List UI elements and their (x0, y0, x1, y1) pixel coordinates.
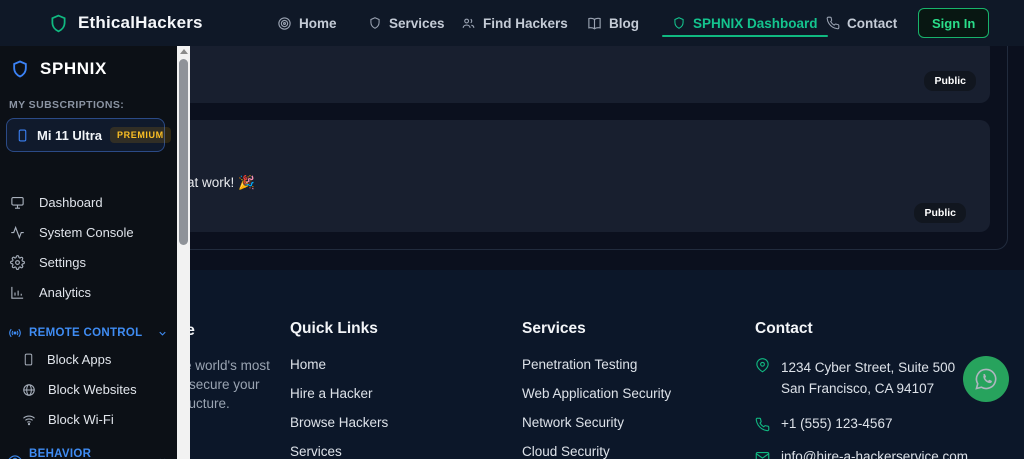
sidebar-header: SPHNIX (10, 59, 107, 79)
sidebar-item-label: Analytics (39, 284, 92, 300)
nav-item-label: Contact (847, 15, 898, 31)
contact-email[interactable]: info@hire-a-hackerservice.com (755, 449, 968, 459)
nav-item-sphnix-dashboard[interactable]: SPHNIX Dashboard (662, 0, 828, 46)
phone-icon (826, 16, 840, 30)
footer-link[interactable]: Hire a Hacker (290, 386, 388, 401)
chevron-down-icon (157, 455, 168, 459)
post-card[interactable]: Public (160, 38, 990, 103)
footer-link[interactable]: Web Application Security (522, 386, 671, 401)
scrollbar-up-arrow[interactable] (180, 49, 188, 54)
wifi-icon (22, 413, 36, 427)
contact-phone[interactable]: +1 (555) 123-4567 (755, 416, 968, 432)
sign-in-button[interactable]: Sign In (918, 8, 990, 38)
sidebar-item-label: Block Websites (48, 382, 137, 397)
book-icon (587, 16, 602, 31)
nav-item-blog[interactable]: Blog (587, 0, 639, 46)
footer-link[interactable]: Penetration Testing (522, 357, 671, 372)
map-pin-icon (755, 358, 770, 373)
section-label: REMOTE CONTROL (29, 327, 143, 339)
scrollbar-thumb[interactable] (179, 59, 188, 245)
footer-quick-links-column: Quick Links Home Hire a Hacker Browse Ha… (290, 320, 388, 459)
sidebar-scrollbar[interactable] (177, 46, 190, 459)
whatsapp-button[interactable] (963, 356, 1009, 402)
footer-link[interactable]: Network Security (522, 415, 671, 430)
address-line: San Francisco, CA 94107 (781, 381, 935, 396)
shield-icon (672, 16, 686, 30)
sidebar-item-dashboard[interactable]: Dashboard (0, 190, 162, 214)
brand-logo[interactable]: EthicalHackers (48, 0, 203, 46)
address-line: 1234 Cyber Street, Suite 500 (781, 360, 956, 375)
bar-chart-icon (10, 285, 25, 300)
gear-icon (10, 254, 25, 270)
sidebar-item-block-websites[interactable]: Block Websites (22, 382, 137, 397)
footer-services-column: Services Penetration Testing Web Applica… (522, 320, 671, 459)
monitor-icon (10, 195, 25, 210)
email-address: info@hire-a-hackerservice.com (781, 449, 969, 459)
footer-column-title: Services (522, 320, 586, 337)
sidebar-item-label: Settings (39, 254, 86, 270)
sidebar-item-label: Dashboard (39, 194, 103, 210)
sidebar-item-system-console[interactable]: System Console (0, 220, 162, 244)
nav-item-home[interactable]: Home (277, 0, 337, 46)
whatsapp-icon (973, 366, 999, 392)
chevron-down-icon (157, 328, 168, 339)
sidebar-item-label: System Console (39, 224, 134, 240)
sidebar-item-block-apps[interactable]: Block Apps (22, 352, 111, 367)
contact-address: 1234 Cyber Street, Suite 500 San Francis… (755, 357, 968, 399)
visibility-badge: Public (914, 203, 966, 223)
nav-item-label: Home (299, 15, 337, 31)
device-name: Mi 11 Ultra (37, 127, 103, 143)
eye-icon (8, 453, 22, 459)
nav-item-find-hackers[interactable]: Find Hackers (461, 0, 568, 46)
visibility-badge: Public (924, 71, 976, 91)
phone-number: +1 (555) 123-4567 (781, 416, 893, 431)
smartphone-icon (22, 353, 35, 366)
premium-badge: PREMIUM (110, 127, 171, 143)
footer-brand-text-fragment: e world's most (184, 358, 270, 373)
globe-icon (22, 383, 36, 397)
nav-item-label: Find Hackers (483, 15, 568, 31)
shield-icon (368, 16, 382, 30)
footer-link[interactable]: Cloud Security (522, 444, 671, 459)
shield-icon (10, 59, 30, 79)
broadcast-icon (8, 326, 22, 340)
footer-contact-column: Contact 1234 Cyber Street, Suite 500 San… (755, 320, 968, 459)
footer-brand-text-fragment: secure your (189, 377, 260, 392)
sidebar-item-analytics[interactable]: Analytics (0, 280, 162, 304)
footer-link[interactable]: Services (290, 444, 388, 459)
mail-icon (755, 450, 770, 459)
sidebar-item-label: Block Wi-Fi (48, 412, 114, 427)
nav-item-label: Blog (609, 15, 639, 31)
sidebar-item-settings[interactable]: Settings (0, 250, 162, 274)
subscription-device-card[interactable]: Mi 11 Ultra PREMIUM (6, 118, 171, 152)
activity-icon (10, 225, 25, 240)
shield-logo-icon (48, 13, 69, 34)
sidebar-title: SPHNIX (40, 59, 107, 78)
sphnix-sidebar: SPHNIX MY SUBSCRIPTIONS: Mi 11 Ultra PRE… (0, 46, 190, 459)
footer-link[interactable]: Home (290, 357, 388, 372)
post-card[interactable]: at work! 🎉 Public (160, 120, 990, 232)
footer-column-title: Contact (755, 320, 813, 337)
footer-brand-text-fragment: ructure. (184, 396, 230, 411)
nav-item-label: Services (389, 15, 445, 31)
smartphone-icon (16, 129, 29, 142)
sidebar-section-remote-control[interactable]: REMOTE CONTROL (8, 326, 168, 340)
sidebar-section-behavior-monitoring[interactable]: BEHAVIOR MONITORING (8, 448, 168, 459)
subscriptions-label: MY SUBSCRIPTIONS: (9, 99, 125, 111)
post-text: at work! 🎉 (187, 175, 255, 190)
nav-item-contact[interactable]: Contact (826, 0, 897, 46)
footer-link[interactable]: Browse Hackers (290, 415, 388, 430)
footer-column-title: Quick Links (290, 320, 378, 337)
nav-item-services[interactable]: Services (368, 0, 445, 46)
nav-item-label: SPHNIX Dashboard (693, 15, 818, 31)
target-icon (277, 16, 292, 31)
sidebar-item-block-wifi[interactable]: Block Wi-Fi (22, 412, 114, 427)
brand-name: EthicalHackers (78, 13, 203, 32)
phone-icon (755, 417, 770, 432)
users-icon (461, 16, 476, 31)
top-navbar: EthicalHackers Home Services Find Hacker… (0, 0, 1024, 46)
section-label: BEHAVIOR MONITORING (29, 448, 92, 459)
sidebar-item-label: Block Apps (47, 352, 112, 367)
